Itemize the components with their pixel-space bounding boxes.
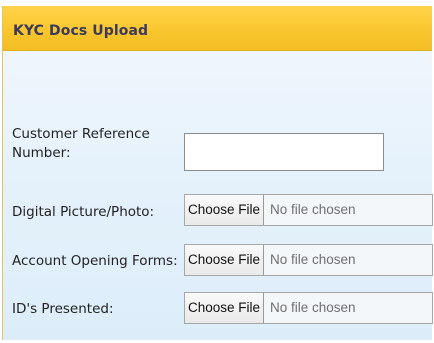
digital-picture-choose-file-button[interactable]: Choose File xyxy=(185,195,264,225)
digital-picture-label: Digital Picture/Photo: xyxy=(12,204,155,220)
digital-picture-file-status: No file chosen xyxy=(270,202,356,217)
customer-reference-input[interactable] xyxy=(184,133,384,171)
ids-presented-label: ID's Presented: xyxy=(12,301,114,317)
digital-picture-file-input[interactable]: Choose File No file chosen xyxy=(184,194,433,226)
panel-title: KYC Docs Upload xyxy=(13,23,149,39)
ids-presented-choose-file-button[interactable]: Choose File xyxy=(185,293,264,323)
customer-reference-label-line1: Customer Reference xyxy=(12,126,150,142)
kyc-upload-panel: KYC Docs Upload Customer Reference Numbe… xyxy=(2,6,433,340)
ids-presented-file-input[interactable]: Choose File No file chosen xyxy=(184,292,433,324)
panel-header: KYC Docs Upload xyxy=(3,6,432,51)
account-opening-forms-label: Account Opening Forms: xyxy=(12,253,178,269)
account-opening-forms-file-status: No file chosen xyxy=(270,252,356,267)
account-opening-forms-choose-file-button[interactable]: Choose File xyxy=(185,245,264,275)
customer-reference-label: Customer Reference Number: xyxy=(12,125,150,163)
customer-reference-label-line2: Number: xyxy=(12,145,71,161)
ids-presented-file-status: No file chosen xyxy=(270,300,356,315)
account-opening-forms-file-input[interactable]: Choose File No file chosen xyxy=(184,244,433,276)
